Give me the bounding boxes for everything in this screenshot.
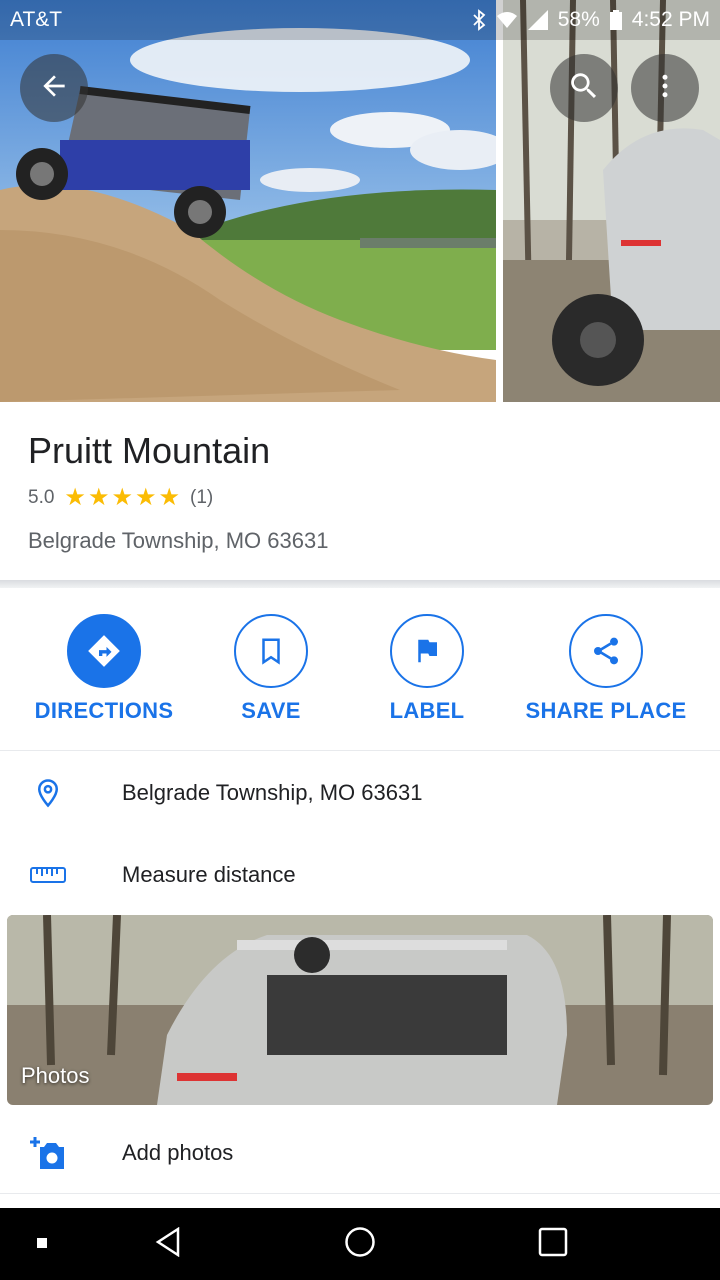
back-button[interactable] [20,54,88,122]
save-label: SAVE [241,698,301,723]
measure-distance-text: Measure distance [122,862,296,887]
status-bar: AT&T 58% 4:52 PM [0,0,720,40]
divider [0,750,720,751]
carrier: AT&T [10,8,63,31]
section-divider [0,580,720,588]
search-button[interactable] [550,54,618,122]
add-photos-text: Add photos [122,1140,234,1165]
share-place-button[interactable]: SHARE PLACE [525,614,687,724]
star-icon: ★ [111,484,133,511]
square-dot-icon [37,1235,47,1253]
share-icon [569,614,643,688]
action-bar: DIRECTIONS SAVE LABEL SHARE PLACE [0,588,720,750]
place-pin-icon [28,775,68,811]
search-icon [567,69,601,108]
save-button[interactable]: SAVE [222,614,320,724]
share-place-label: SHARE PLACE [525,698,687,723]
rating-row[interactable]: 5.0 ★ ★ ★ ★ ★ (1) [28,486,213,510]
directions-icon [67,614,141,688]
bluetooth-icon [472,9,486,31]
flag-icon [390,614,464,688]
arrow-back-icon [38,70,70,107]
label-button[interactable]: LABEL [378,614,476,724]
photos-card[interactable]: Photos [7,915,713,1105]
more-vert-icon [650,71,680,106]
directions-button[interactable]: DIRECTIONS [34,614,174,724]
label-label: LABEL [389,698,465,723]
star-icon: ★ [87,484,110,511]
star-icon: ★ [64,484,86,511]
bookmark-icon [234,614,308,688]
hero-photo-side[interactable] [503,0,720,402]
ruler-icon [28,865,68,885]
hero-photos [0,0,720,402]
add-photos-row[interactable]: Add photos [0,1112,720,1194]
nav-home-button[interactable] [332,1208,388,1280]
nav-back-button[interactable] [140,1208,196,1280]
review-count: (1) [190,487,214,508]
place-subtitle-address: Belgrade Township, MO 63631 [28,528,329,553]
rating-stars: ★ ★ ★ ★ ★ [64,486,180,510]
triangle-back-icon [154,1226,182,1262]
directions-label: DIRECTIONS [34,698,174,723]
clock: 4:52 PM [631,8,710,31]
system-nav-bar [0,1208,720,1280]
square-recents-icon [538,1227,568,1262]
signal-icon [527,10,548,30]
nav-dot-button[interactable] [22,1208,62,1280]
photos-label: Photos [21,1063,90,1088]
measure-distance-row[interactable]: Measure distance [0,834,720,916]
battery-icon [609,10,622,30]
address-text: Belgrade Township, MO 63631 [122,780,423,805]
divider [0,1193,720,1194]
battery-percent: 58% [557,8,600,31]
wifi-icon [496,11,518,29]
place-title: Pruitt Mountain [28,430,271,471]
address-row[interactable]: Belgrade Township, MO 63631 [0,752,720,834]
place-header: Pruitt Mountain 5.0 ★ ★ ★ ★ ★ (1) Belgra… [0,402,720,582]
rating-value: 5.0 [28,487,55,508]
more-options-button[interactable] [631,54,699,122]
status-icons: 58% 4:52 PM [472,8,710,32]
star-icon: ★ [134,484,157,511]
nav-recents-button[interactable] [525,1208,581,1280]
star-icon: ★ [158,484,180,511]
add-photo-icon [28,1135,68,1171]
circle-home-icon [344,1226,376,1263]
